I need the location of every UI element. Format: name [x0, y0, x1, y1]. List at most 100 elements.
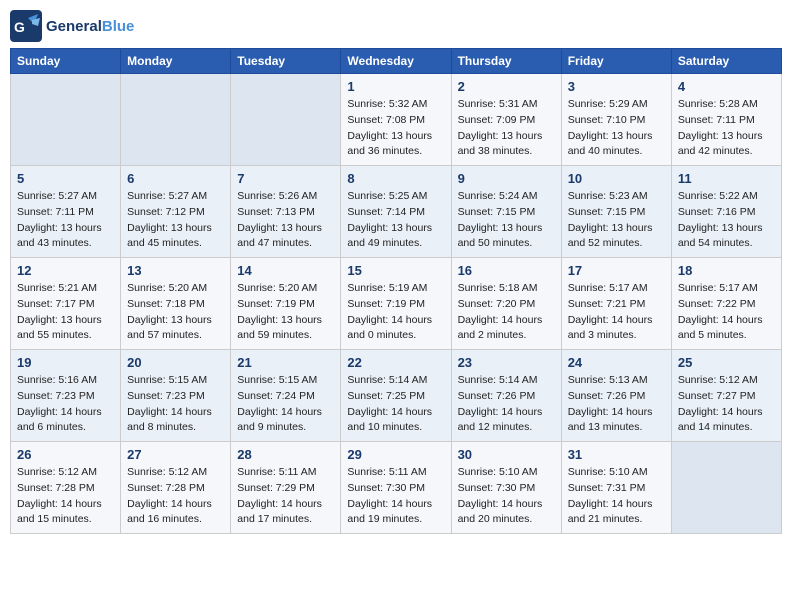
day-number: 27	[127, 447, 224, 462]
day-info: Sunrise: 5:20 AMSunset: 7:18 PMDaylight:…	[127, 281, 224, 344]
day-info: Sunrise: 5:27 AMSunset: 7:12 PMDaylight:…	[127, 189, 224, 252]
day-info: Sunrise: 5:10 AMSunset: 7:31 PMDaylight:…	[568, 465, 665, 528]
day-number: 24	[568, 355, 665, 370]
day-info: Sunrise: 5:11 AMSunset: 7:30 PMDaylight:…	[347, 465, 444, 528]
day-info: Sunrise: 5:23 AMSunset: 7:15 PMDaylight:…	[568, 189, 665, 252]
day-number: 8	[347, 171, 444, 186]
day-info: Sunrise: 5:24 AMSunset: 7:15 PMDaylight:…	[458, 189, 555, 252]
calendar-cell: 2 Sunrise: 5:31 AMSunset: 7:09 PMDaylight…	[451, 74, 561, 166]
day-number: 23	[458, 355, 555, 370]
day-number: 1	[347, 79, 444, 94]
calendar-cell: 14 Sunrise: 5:20 AMSunset: 7:19 PMDayligh…	[231, 258, 341, 350]
day-info: Sunrise: 5:22 AMSunset: 7:16 PMDaylight:…	[678, 189, 775, 252]
calendar-cell: 23 Sunrise: 5:14 AMSunset: 7:26 PMDayligh…	[451, 350, 561, 442]
calendar-cell: 11 Sunrise: 5:22 AMSunset: 7:16 PMDayligh…	[671, 166, 781, 258]
day-info: Sunrise: 5:31 AMSunset: 7:09 PMDaylight:…	[458, 97, 555, 160]
calendar-table: SundayMondayTuesdayWednesdayThursdayFrid…	[10, 48, 782, 534]
logo-icon: G	[10, 10, 42, 42]
day-info: Sunrise: 5:15 AMSunset: 7:23 PMDaylight:…	[127, 373, 224, 436]
calendar-cell: 3 Sunrise: 5:29 AMSunset: 7:10 PMDaylight…	[561, 74, 671, 166]
calendar-cell: 7 Sunrise: 5:26 AMSunset: 7:13 PMDaylight…	[231, 166, 341, 258]
day-number: 18	[678, 263, 775, 278]
calendar-week-row: 19 Sunrise: 5:16 AMSunset: 7:23 PMDayligh…	[11, 350, 782, 442]
day-info: Sunrise: 5:12 AMSunset: 7:28 PMDaylight:…	[127, 465, 224, 528]
day-number: 26	[17, 447, 114, 462]
day-info: Sunrise: 5:17 AMSunset: 7:22 PMDaylight:…	[678, 281, 775, 344]
weekday-header-thursday: Thursday	[451, 49, 561, 74]
day-number: 29	[347, 447, 444, 462]
day-number: 21	[237, 355, 334, 370]
calendar-cell: 28Sunrise: 5:11 AMSunset: 7:29 PMDayligh…	[231, 442, 341, 534]
day-number: 16	[458, 263, 555, 278]
calendar-cell: 4 Sunrise: 5:28 AMSunset: 7:11 PMDaylight…	[671, 74, 781, 166]
calendar-cell: 18 Sunrise: 5:17 AMSunset: 7:22 PMDayligh…	[671, 258, 781, 350]
calendar-cell: 9Sunrise: 5:24 AMSunset: 7:15 PMDaylight…	[451, 166, 561, 258]
calendar-cell	[231, 74, 341, 166]
day-info: Sunrise: 5:17 AMSunset: 7:21 PMDaylight:…	[568, 281, 665, 344]
day-info: Sunrise: 5:16 AMSunset: 7:23 PMDaylight:…	[17, 373, 114, 436]
calendar-week-row: 1Sunrise: 5:32 AMSunset: 7:08 PMDaylight…	[11, 74, 782, 166]
day-number: 25	[678, 355, 775, 370]
logo-text: GeneralBlue	[46, 18, 134, 35]
day-info: Sunrise: 5:13 AMSunset: 7:26 PMDaylight:…	[568, 373, 665, 436]
day-info: Sunrise: 5:14 AMSunset: 7:25 PMDaylight:…	[347, 373, 444, 436]
day-number: 15	[347, 263, 444, 278]
weekday-header-wednesday: Wednesday	[341, 49, 451, 74]
day-info: Sunrise: 5:11 AMSunset: 7:29 PMDaylight:…	[237, 465, 334, 528]
calendar-cell: 29 Sunrise: 5:11 AMSunset: 7:30 PMDayligh…	[341, 442, 451, 534]
day-info: Sunrise: 5:18 AMSunset: 7:20 PMDaylight:…	[458, 281, 555, 344]
calendar-cell: 1Sunrise: 5:32 AMSunset: 7:08 PMDaylight…	[341, 74, 451, 166]
day-info: Sunrise: 5:20 AMSunset: 7:19 PMDaylight:…	[237, 281, 334, 344]
calendar-cell: 21Sunrise: 5:15 AMSunset: 7:24 PMDayligh…	[231, 350, 341, 442]
calendar-cell: 19 Sunrise: 5:16 AMSunset: 7:23 PMDayligh…	[11, 350, 121, 442]
weekday-header-tuesday: Tuesday	[231, 49, 341, 74]
weekday-header-monday: Monday	[121, 49, 231, 74]
day-info: Sunrise: 5:29 AMSunset: 7:10 PMDaylight:…	[568, 97, 665, 160]
calendar-body: 1Sunrise: 5:32 AMSunset: 7:08 PMDaylight…	[11, 74, 782, 534]
calendar-cell: 27 Sunrise: 5:12 AMSunset: 7:28 PMDayligh…	[121, 442, 231, 534]
calendar-week-row: 26 Sunrise: 5:12 AMSunset: 7:28 PMDayligh…	[11, 442, 782, 534]
day-info: Sunrise: 5:28 AMSunset: 7:11 PMDaylight:…	[678, 97, 775, 160]
calendar-cell	[11, 74, 121, 166]
calendar-cell: 13Sunrise: 5:20 AMSunset: 7:18 PMDayligh…	[121, 258, 231, 350]
calendar-cell: 31 Sunrise: 5:10 AMSunset: 7:31 PMDayligh…	[561, 442, 671, 534]
day-number: 31	[568, 447, 665, 462]
day-number: 6	[127, 171, 224, 186]
calendar-cell: 12 Sunrise: 5:21 AMSunset: 7:17 PMDayligh…	[11, 258, 121, 350]
day-number: 5	[17, 171, 114, 186]
day-number: 4	[678, 79, 775, 94]
day-info: Sunrise: 5:14 AMSunset: 7:26 PMDaylight:…	[458, 373, 555, 436]
calendar-week-row: 5Sunrise: 5:27 AMSunset: 7:11 PMDaylight…	[11, 166, 782, 258]
day-number: 7	[237, 171, 334, 186]
day-info: Sunrise: 5:19 AMSunset: 7:19 PMDaylight:…	[347, 281, 444, 344]
weekday-header-row: SundayMondayTuesdayWednesdayThursdayFrid…	[11, 49, 782, 74]
day-info: Sunrise: 5:12 AMSunset: 7:27 PMDaylight:…	[678, 373, 775, 436]
calendar-cell: 17Sunrise: 5:17 AMSunset: 7:21 PMDayligh…	[561, 258, 671, 350]
logo: G GeneralBlue	[10, 10, 134, 42]
calendar-cell	[121, 74, 231, 166]
calendar-week-row: 12 Sunrise: 5:21 AMSunset: 7:17 PMDayligh…	[11, 258, 782, 350]
day-number: 2	[458, 79, 555, 94]
day-number: 10	[568, 171, 665, 186]
day-number: 11	[678, 171, 775, 186]
weekday-header-sunday: Sunday	[11, 49, 121, 74]
day-info: Sunrise: 5:12 AMSunset: 7:28 PMDaylight:…	[17, 465, 114, 528]
day-info: Sunrise: 5:25 AMSunset: 7:14 PMDaylight:…	[347, 189, 444, 252]
day-number: 14	[237, 263, 334, 278]
calendar-cell: 5Sunrise: 5:27 AMSunset: 7:11 PMDaylight…	[11, 166, 121, 258]
calendar-cell: 10 Sunrise: 5:23 AMSunset: 7:15 PMDayligh…	[561, 166, 671, 258]
day-number: 20	[127, 355, 224, 370]
day-number: 30	[458, 447, 555, 462]
page-header: G GeneralBlue	[10, 10, 782, 42]
calendar-cell: 16 Sunrise: 5:18 AMSunset: 7:20 PMDayligh…	[451, 258, 561, 350]
day-number: 3	[568, 79, 665, 94]
calendar-cell: 26 Sunrise: 5:12 AMSunset: 7:28 PMDayligh…	[11, 442, 121, 534]
day-number: 12	[17, 263, 114, 278]
calendar-cell: 25 Sunrise: 5:12 AMSunset: 7:27 PMDayligh…	[671, 350, 781, 442]
day-number: 22	[347, 355, 444, 370]
day-info: Sunrise: 5:26 AMSunset: 7:13 PMDaylight:…	[237, 189, 334, 252]
calendar-cell: 15 Sunrise: 5:19 AMSunset: 7:19 PMDayligh…	[341, 258, 451, 350]
day-info: Sunrise: 5:21 AMSunset: 7:17 PMDaylight:…	[17, 281, 114, 344]
calendar-cell: 30Sunrise: 5:10 AMSunset: 7:30 PMDayligh…	[451, 442, 561, 534]
day-number: 19	[17, 355, 114, 370]
